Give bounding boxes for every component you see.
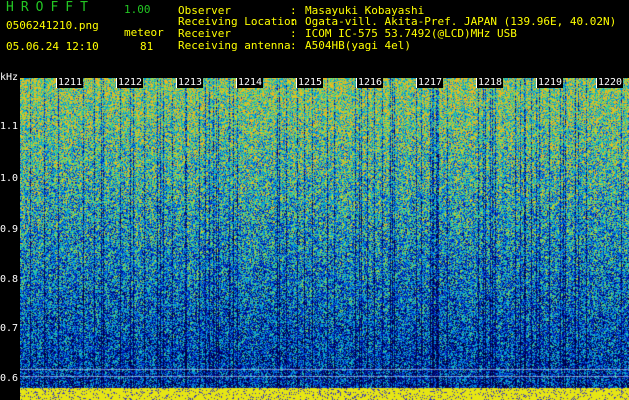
date-time: 05.06.24 12:10 <box>6 40 99 53</box>
y-label-1-0: 1.0 <box>0 173 19 184</box>
spectrogram-plot: 1211 1212 1213 1214 1215 1216 1217 1218 … <box>20 78 629 400</box>
y-label-0-7: 0.7 <box>0 323 19 334</box>
unit-label: kHz <box>0 72 19 83</box>
time-label: 1217 <box>417 77 444 88</box>
meteor-count: 81 <box>140 40 154 53</box>
file-name: 0506241210.png <box>6 19 99 32</box>
y-label-1-1: 1.1 <box>0 121 19 132</box>
time-label: 1216 <box>357 77 384 88</box>
info-colon: : <box>290 39 297 52</box>
time-label: 1213 <box>177 77 204 88</box>
time-label: 1211 <box>57 77 84 88</box>
info-label: Receiving antenna <box>178 39 291 52</box>
app-version: 1.00 <box>124 3 151 16</box>
y-label-0-9: 0.9 <box>0 224 19 235</box>
time-label: 1220 <box>597 77 624 88</box>
time-label: 1214 <box>237 77 264 88</box>
mode-label: meteor <box>124 26 164 39</box>
time-label: 1215 <box>297 77 324 88</box>
header-panel: HROFFT 1.00 0506241210.png meteor 05.06.… <box>0 0 629 76</box>
time-label: 1212 <box>117 77 144 88</box>
y-label-0-8: 0.8 <box>0 274 19 285</box>
time-label: 1219 <box>537 77 564 88</box>
y-label-0-6: 0.6 <box>0 373 19 384</box>
info-value: A504HB(yagi 4el) <box>305 39 411 52</box>
app-title: HROFFT <box>6 0 95 15</box>
time-label: 1218 <box>477 77 504 88</box>
spectrogram-canvas <box>20 78 629 400</box>
